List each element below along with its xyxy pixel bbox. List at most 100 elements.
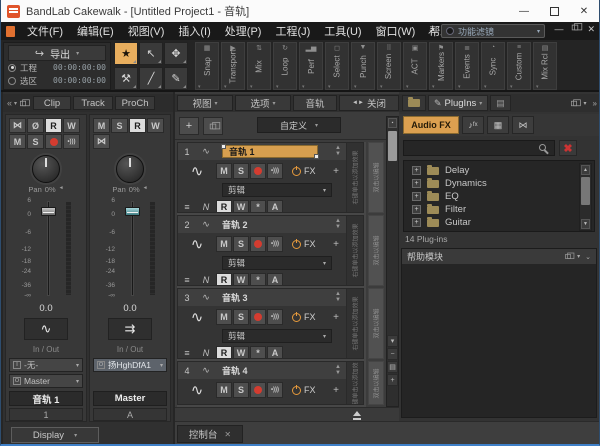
export-button[interactable]: ↪ 导出 ▾ <box>8 45 106 61</box>
read-automation-button[interactable]: R <box>45 118 62 133</box>
scroll-down-icon[interactable]: ▼ <box>581 219 590 229</box>
track-control-preset-dropdown[interactable]: 自定义 ▾ <box>257 117 341 133</box>
selection-radio[interactable] <box>8 77 16 85</box>
clips-lane-track-2[interactable]: 双击以编辑 <box>368 215 384 286</box>
module-tab-snap[interactable]: ▦Snap▾ <box>195 42 219 90</box>
fx-bin[interactable]: 右键单击以添加效果 <box>346 362 363 404</box>
archive-button[interactable]: A <box>267 273 283 286</box>
menu-item-edit[interactable]: 编辑(E) <box>71 23 120 39</box>
module-tab-sync[interactable]: ◔Sync▾ <box>481 42 505 90</box>
pan-knob[interactable] <box>116 155 144 183</box>
tree-item-guitar[interactable]: +Guitar <box>404 216 594 229</box>
track-name-edit[interactable]: 音轨 1 <box>222 145 318 158</box>
dock-icon[interactable] <box>20 100 26 105</box>
scroll-marker[interactable]: ▪ <box>388 118 397 128</box>
plugins-tab[interactable]: ✎ PlugIns ▾ <box>428 95 488 111</box>
draw-tool-button[interactable]: ✎ <box>164 67 188 90</box>
module-tab-transport[interactable]: ▶Transport▾ <box>221 42 245 90</box>
write-button[interactable]: W <box>233 200 249 213</box>
chevron-down-icon[interactable]: ▾ <box>584 100 587 107</box>
clips-lane-track-3[interactable]: 双击以编辑 <box>368 288 384 359</box>
track-name[interactable]: 音轨 4 <box>222 364 248 377</box>
module-tab-loop[interactable]: ↻Loop▾ <box>273 42 297 90</box>
pan-knob[interactable] <box>32 155 60 183</box>
project-radio[interactable] <box>8 64 16 72</box>
options-menu-tab[interactable]: 选项▾ <box>235 95 291 111</box>
chevron-down-icon[interactable]: ▾ <box>577 253 580 260</box>
module-tab-select[interactable]: ◻Select▾ <box>325 42 349 90</box>
mute-button[interactable]: M <box>93 118 110 133</box>
write-automation-button[interactable]: W <box>147 118 164 133</box>
eject-icon[interactable] <box>351 411 363 420</box>
track-solo-button[interactable]: S <box>233 309 249 325</box>
track-name[interactable]: 音轨 3 <box>222 291 248 304</box>
input-dropdown[interactable]: I -无- ▾ <box>9 358 83 372</box>
menu-item-file[interactable]: 文件(F) <box>21 23 69 39</box>
instruments-button[interactable]: ▦ <box>487 116 509 134</box>
tree-item-delay[interactable]: +Delay <box>404 164 594 177</box>
mdi-restore-button[interactable] <box>572 25 578 31</box>
edit-tool-button[interactable]: ⚒ <box>114 67 138 90</box>
clear-search-button[interactable]: ✖ <box>559 140 577 156</box>
smart-tool-button[interactable]: ★ <box>114 42 138 65</box>
module-tab-mixrecall[interactable]: ▤Mix Rcl▾ <box>533 42 557 90</box>
expand-track-icon[interactable]: ▲▼ <box>335 218 341 230</box>
collapse-left-icon[interactable]: « <box>7 98 12 108</box>
expand-icon[interactable]: + <box>412 166 421 175</box>
comping-icon[interactable]: ≡ <box>178 202 196 212</box>
move-tool-button[interactable]: ✥ <box>164 42 188 65</box>
collapse-icon[interactable]: ⌄ <box>585 253 591 261</box>
add-fx-button[interactable]: + <box>333 166 339 177</box>
display-button[interactable]: Display ▾ <box>11 427 99 443</box>
track-record-button[interactable] <box>250 309 266 325</box>
record-arm-button[interactable] <box>45 134 62 149</box>
add-fx-button[interactable]: + <box>333 239 339 250</box>
expand-track-icon[interactable]: ▲▼ <box>335 364 341 376</box>
zoom-in-icon[interactable]: + <box>387 374 398 386</box>
mdi-close-button[interactable]: ✕ <box>587 24 595 35</box>
fader-track[interactable] <box>131 201 134 296</box>
expand-icon[interactable]: + <box>412 218 421 227</box>
solo-button[interactable]: S <box>27 134 44 149</box>
fx-power-icon[interactable] <box>292 167 301 176</box>
tracks-tab[interactable]: 音轨 <box>293 95 337 111</box>
fx-bin[interactable]: 右键单击以添加效果 <box>346 289 363 358</box>
automation-icon[interactable]: N <box>196 202 216 212</box>
track-row-3[interactable]: 3 ∿ 音轨 3 ▲▼ ∿ M S •))) FX + 剪辑▾ <box>177 288 364 359</box>
duplicate-track-button[interactable] <box>203 117 223 135</box>
write-button[interactable]: W <box>233 273 249 286</box>
tab-track[interactable]: Track <box>73 96 113 110</box>
track-row-4[interactable]: 4 ∿ 音轨 4 ▲▼ ∿ M S •))) FX + 右键单击以添加效果 <box>177 361 364 405</box>
menu-item-insert[interactable]: 插入(I) <box>172 23 216 39</box>
dock-icon[interactable] <box>565 254 571 259</box>
console-tab[interactable]: 控制台 ✕ <box>177 425 243 443</box>
mdi-minimize-button[interactable]: — <box>554 24 563 35</box>
track-mute-button[interactable]: M <box>216 163 232 179</box>
module-tab-events[interactable]: ≣Events▾ <box>455 42 479 90</box>
module-tab-act[interactable]: ▣ACT▾ <box>403 42 427 90</box>
read-automation-button[interactable]: R <box>129 118 146 133</box>
module-tab-punch[interactable]: ▼Punch▾ <box>351 42 375 90</box>
offset-button[interactable]: * <box>250 346 266 359</box>
selection-time-row[interactable]: 选区 00:00:00:00 <box>8 74 106 87</box>
maximize-button[interactable] <box>539 0 569 22</box>
add-track-button[interactable]: + <box>179 117 199 135</box>
zoom-preset-icon[interactable]: ▤ <box>387 361 398 373</box>
archive-button[interactable]: A <box>267 346 283 359</box>
edit-filter-dropdown[interactable]: 剪辑▾ <box>222 183 332 197</box>
tree-item-dynamics[interactable]: +Dynamics <box>404 177 594 190</box>
chevron-down-icon[interactable]: ▾ <box>387 335 398 347</box>
scrollbar-thumb[interactable] <box>388 131 397 161</box>
menu-item-window[interactable]: 窗口(W) <box>370 23 422 39</box>
edit-filter-dropdown[interactable]: 剪辑▾ <box>222 256 332 270</box>
mute-button[interactable]: M <box>9 134 26 149</box>
module-tab-mix[interactable]: ⇅Mix▾ <box>247 42 271 90</box>
midi-fx-button[interactable]: ♪fx <box>462 116 484 134</box>
chevron-down-icon[interactable]: ▾ <box>14 100 17 107</box>
output-device-dropdown[interactable]: O 扬HghDfA1 ▾ <box>93 358 167 372</box>
menu-item-view[interactable]: 视图(V) <box>122 23 171 39</box>
strip-track-name[interactable]: 音轨 1 <box>9 391 83 406</box>
archive-button[interactable]: A <box>267 200 283 213</box>
menu-item-project[interactable]: 工程(J) <box>269 23 316 39</box>
fader-thumb[interactable] <box>125 207 140 216</box>
